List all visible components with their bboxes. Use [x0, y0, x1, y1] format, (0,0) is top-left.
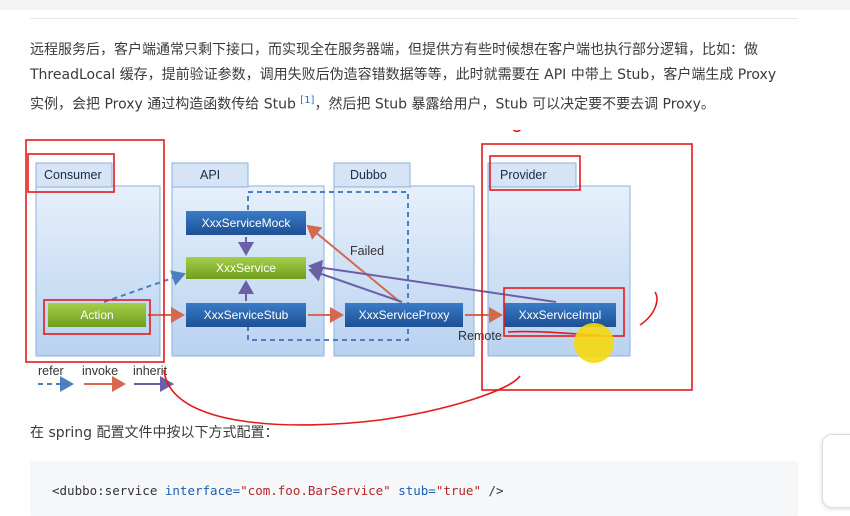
- xxxserviceproxy-node: XxxServiceProxy: [345, 303, 463, 327]
- code-tag-close: />: [480, 483, 504, 498]
- legend-invoke: invoke: [82, 364, 118, 378]
- code-tag: <dubbo:service: [52, 483, 158, 498]
- legend-refer: refer: [38, 364, 64, 378]
- failed-label: Failed: [350, 244, 384, 258]
- api-label: API: [200, 168, 220, 182]
- service-label: XxxService: [216, 261, 276, 275]
- divider: [30, 18, 798, 19]
- provider-label: Provider: [500, 168, 547, 182]
- footnote-link[interactable]: [1]: [300, 95, 314, 106]
- action-node: Action: [48, 303, 146, 327]
- floating-side-button[interactable]: [822, 434, 850, 508]
- intro-paragraph: 远程服务后，客户端通常只剩下接口，而实现全在服务器端，但提供方有些时候想在客户端…: [30, 38, 790, 118]
- xxxservice-node: XxxService: [186, 257, 306, 279]
- mock-label: XxxServiceMock: [202, 216, 292, 230]
- code-block: <dubbo:service interface="com.foo.BarSer…: [30, 461, 798, 516]
- remote-label: Remote: [458, 329, 502, 343]
- code-attr-interface: interface=: [157, 483, 241, 498]
- legend-inherit: inherit: [133, 364, 168, 378]
- config-paragraph: 在 spring 配置文件中按以下方式配置：: [30, 425, 279, 441]
- proxy-label: XxxServiceProxy: [359, 308, 450, 322]
- xxxservicestub-node: XxxServiceStub: [186, 303, 306, 327]
- stub-diagram: Consumer API Dubbo Provider XxxServiceMo…: [25, 130, 693, 426]
- xxxservicemock-node: XxxServiceMock: [186, 211, 306, 235]
- code-attr-stub: stub=: [390, 483, 436, 498]
- top-bar: [0, 0, 850, 10]
- action-label: Action: [80, 308, 113, 322]
- code-line: <dubbo:service interface="com.foo.BarSer…: [52, 483, 504, 498]
- code-val-interface: "com.foo.BarService": [240, 483, 391, 498]
- code-val-stub: "true": [435, 483, 481, 498]
- dubbo-label: Dubbo: [350, 168, 387, 182]
- legend: refer invoke inherit: [38, 364, 174, 392]
- provider-panel: Provider: [487, 162, 631, 357]
- consumer-label: Consumer: [44, 168, 102, 182]
- cursor-highlight: [574, 323, 614, 363]
- impl-label: XxxServiceImpl: [519, 308, 602, 322]
- paragraph-text-end: ，然后把 Stub 暴露给用户，Stub 可以决定要不要去调 Proxy。: [314, 96, 715, 113]
- xxxserviceimpl-node: XxxServiceImpl: [504, 303, 616, 327]
- stub-label: XxxServiceStub: [204, 308, 289, 322]
